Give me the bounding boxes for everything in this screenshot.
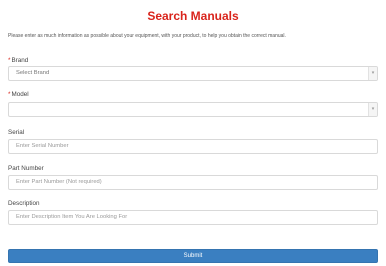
brand-selected-value: Select Brand xyxy=(16,70,50,76)
serial-input[interactable]: Enter Serial Number xyxy=(8,139,378,154)
model-select[interactable]: ▾ xyxy=(8,102,378,117)
description-label: Description xyxy=(8,200,40,207)
model-label-text: Model xyxy=(11,91,29,98)
brand-label-text: Brand xyxy=(11,57,29,64)
intro-text: Please enter as much information as poss… xyxy=(8,33,286,39)
chevron-down-icon: ▾ xyxy=(368,103,377,116)
brand-label: *Brand xyxy=(8,57,28,65)
description-input[interactable]: Enter Description Item You Are Looking F… xyxy=(8,210,378,225)
page-title: Search Manuals xyxy=(147,9,239,23)
part-number-input[interactable]: Enter Part Number (Not required) xyxy=(8,175,378,190)
serial-label: Serial xyxy=(8,129,25,136)
brand-select[interactable]: Select Brand ▾ xyxy=(8,66,378,81)
model-label: *Model xyxy=(8,91,29,99)
part-number-label: Part Number xyxy=(8,165,44,172)
chevron-down-icon: ▾ xyxy=(368,67,377,80)
submit-button[interactable]: Submit xyxy=(8,249,378,263)
